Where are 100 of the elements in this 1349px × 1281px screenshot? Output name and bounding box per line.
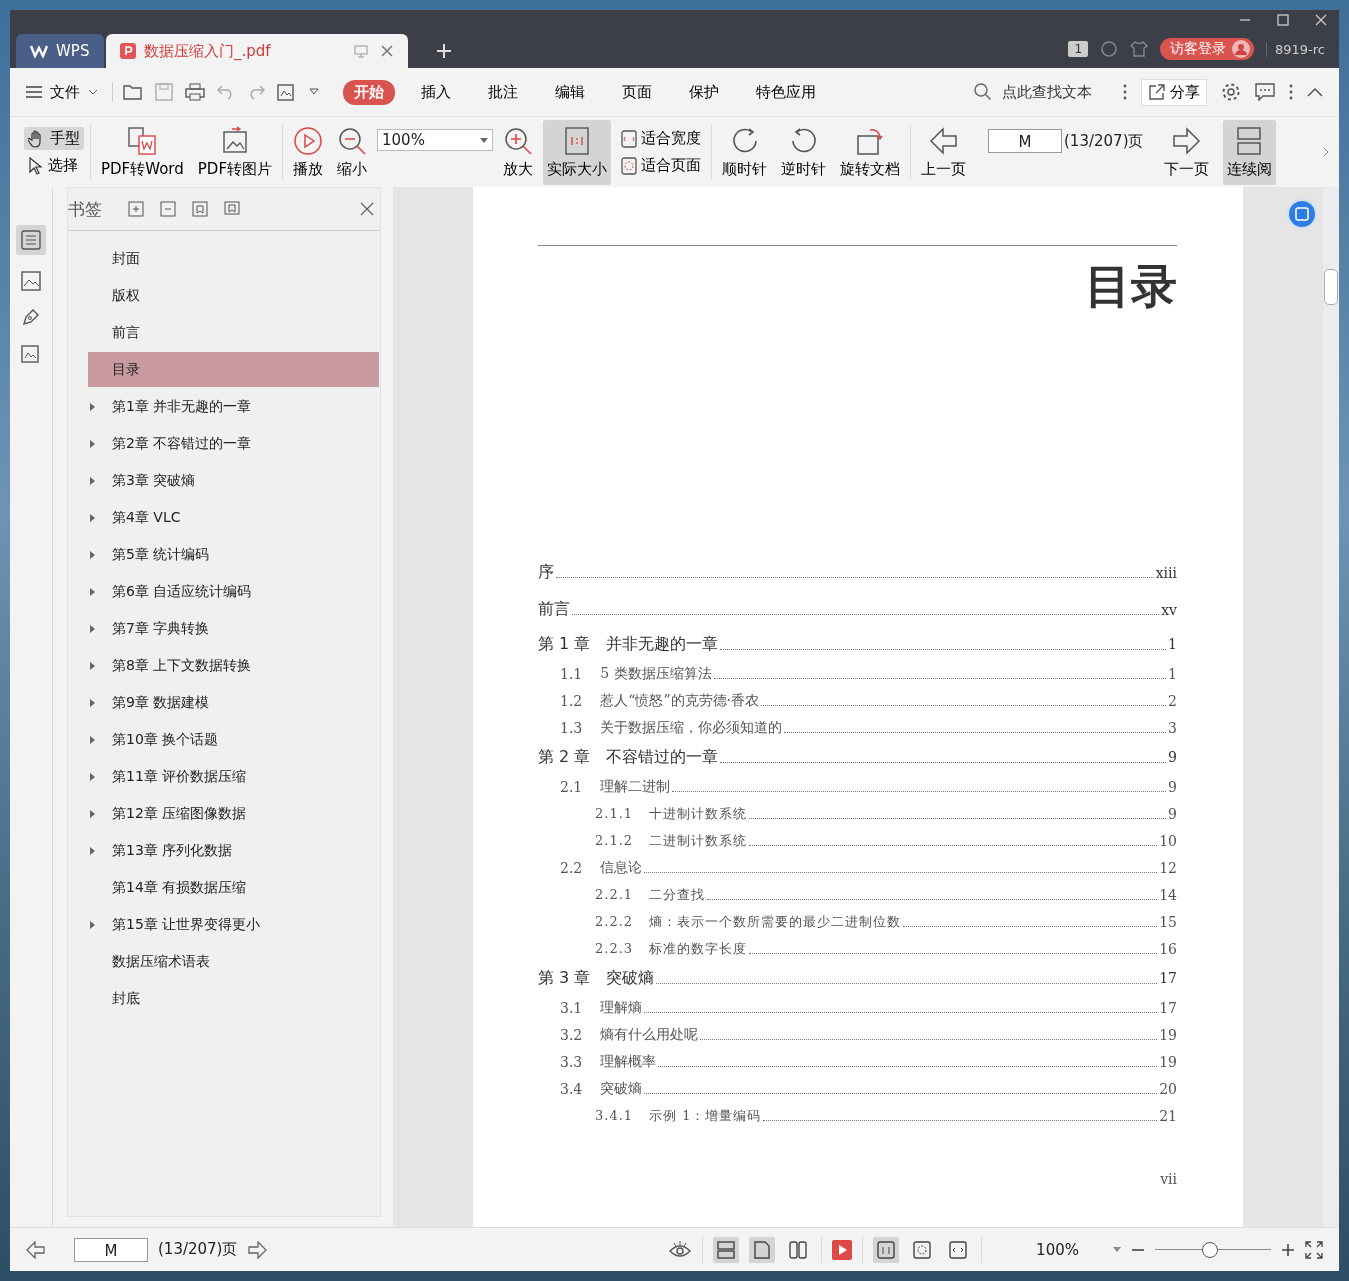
shirt-icon[interactable]: [1130, 40, 1148, 58]
close-icon[interactable]: [380, 44, 394, 58]
bookmark-item[interactable]: 第9章 数据建模: [88, 685, 379, 720]
expand-arrow-icon[interactable]: [90, 439, 95, 448]
bookmark-list-icon[interactable]: [16, 225, 46, 255]
ribbon-tab[interactable]: 特色应用: [745, 79, 827, 105]
single-page-icon[interactable]: [749, 1236, 776, 1263]
rotate-document-button[interactable]: 旋转文档: [836, 119, 904, 185]
more-icon[interactable]: [1123, 84, 1127, 100]
more-icon[interactable]: [1289, 84, 1293, 100]
bookmark-item[interactable]: 目录: [88, 352, 379, 387]
expand-arrow-icon[interactable]: [90, 846, 95, 855]
print-icon[interactable]: [185, 83, 205, 101]
expand-arrow-icon[interactable]: [90, 772, 95, 781]
bookmark-item[interactable]: 第14章 有损数据压缩: [88, 870, 379, 905]
expand-arrow-icon[interactable]: [90, 624, 95, 633]
bookmark-item[interactable]: 封面: [88, 241, 379, 276]
image-export-icon[interactable]: [21, 343, 41, 363]
ribbon-tab[interactable]: 保护: [678, 79, 730, 105]
slider-thumb[interactable]: [1201, 1241, 1218, 1258]
right-arrow-icon[interactable]: [247, 1240, 268, 1259]
left-arrow-icon[interactable]: [26, 1240, 46, 1259]
comment-icon[interactable]: [1255, 83, 1275, 101]
bookmark-item[interactable]: 第5章 统计编码: [88, 537, 379, 572]
fit-page-button[interactable]: 适合页面: [617, 154, 705, 177]
rotate-counterclockwise-button[interactable]: 逆时针: [777, 119, 830, 185]
ribbon-tab[interactable]: 插入: [410, 79, 462, 105]
bookmark-item[interactable]: 第8章 上下文数据转换: [88, 648, 379, 683]
continuous-reading-button[interactable]: 连续阅: [1222, 119, 1276, 185]
share-button[interactable]: 分享: [1141, 78, 1207, 106]
fullscreen-icon[interactable]: [1305, 1240, 1323, 1259]
page-number-field[interactable]: M: [74, 1237, 148, 1262]
select-tool-button[interactable]: 选择: [24, 154, 84, 177]
bookmark-item[interactable]: 第15章 让世界变得更小: [88, 907, 379, 942]
close-icon[interactable]: [360, 202, 374, 216]
hand-tool-button[interactable]: 手型: [24, 127, 84, 150]
expand-arrow-icon[interactable]: [90, 698, 95, 707]
pdf-to-word-button[interactable]: PDF转Word: [97, 119, 188, 185]
caret-icon[interactable]: [1113, 1247, 1121, 1252]
expand-arrow-icon[interactable]: [90, 476, 95, 485]
collapse-icon[interactable]: [1307, 87, 1323, 97]
expand-arrow-icon[interactable]: [90, 587, 95, 596]
expand-arrow-icon[interactable]: [90, 550, 95, 559]
bookmark-item[interactable]: 前言: [88, 315, 379, 350]
bookmark-item[interactable]: 封底: [88, 981, 379, 1016]
rotate-clockwise-button[interactable]: 顺时针: [718, 119, 771, 185]
zoom-in-button[interactable]: 放大: [499, 119, 537, 185]
chevron-right-icon[interactable]: [1323, 147, 1329, 157]
zoom-level[interactable]: 100%: [1036, 1240, 1079, 1259]
find-text-field[interactable]: 点此查找文本: [974, 82, 1109, 102]
scrollbar[interactable]: [1323, 187, 1339, 1227]
thumbnail-icon[interactable]: [21, 271, 41, 291]
bookmark-item[interactable]: 第3章 突破熵: [88, 463, 379, 498]
bookmark-item[interactable]: 版权: [88, 278, 379, 313]
ribbon-tab[interactable]: 开始: [343, 79, 395, 105]
zoom-out-button[interactable]: 缩小: [333, 119, 371, 185]
bookmark-item[interactable]: 第11章 评价数据压缩: [88, 759, 379, 794]
bookmark-item[interactable]: 第1章 并非无趣的一章: [88, 389, 379, 424]
bookmark-item[interactable]: 第2章 不容错过的一章: [88, 426, 379, 461]
settings-icon[interactable]: [1221, 82, 1241, 102]
expand-all-icon[interactable]: [128, 201, 144, 217]
next-page-button[interactable]: 下一页: [1159, 119, 1213, 185]
bookmark-item[interactable]: 第13章 序列化数据: [88, 833, 379, 868]
add-bookmark-icon[interactable]: [192, 201, 208, 217]
actual-size-icon[interactable]: [873, 1236, 900, 1263]
maximize-icon[interactable]: [1277, 14, 1289, 26]
play-button[interactable]: 播放: [289, 119, 327, 185]
plus-icon[interactable]: [1281, 1242, 1295, 1257]
folder-icon[interactable]: [123, 83, 143, 101]
zoom-dropdown[interactable]: 100%: [377, 129, 493, 151]
expand-arrow-icon[interactable]: [90, 920, 95, 929]
bookmark-item[interactable]: 第6章 自适应统计编码: [88, 574, 379, 609]
document-tab[interactable]: 数据压缩入门_.pdf: [106, 34, 408, 68]
expand-arrow-icon[interactable]: [90, 809, 95, 818]
ribbon-tab[interactable]: 批注: [477, 79, 529, 105]
bookmark-item[interactable]: 第7章 字典转换: [88, 611, 379, 646]
page-number-field[interactable]: M: [988, 129, 1062, 153]
actual-size-button[interactable]: 实际大小: [543, 119, 611, 185]
new-tab-icon[interactable]: [436, 43, 452, 59]
play-icon[interactable]: [832, 1239, 853, 1260]
window-count-badge[interactable]: 1: [1068, 41, 1088, 57]
expand-arrow-icon[interactable]: [90, 661, 95, 670]
bookmark-item[interactable]: 第12章 压缩图像数据: [88, 796, 379, 831]
document-tab[interactable]: WPS: [16, 34, 104, 68]
eye-icon[interactable]: [668, 1239, 693, 1260]
pdf-to-image-button[interactable]: PDF转图片: [193, 119, 276, 185]
guest-login-button[interactable]: 访客登录: [1160, 38, 1254, 60]
expand-arrow-icon[interactable]: [90, 735, 95, 744]
export-image-icon[interactable]: [277, 82, 297, 102]
ribbon-tab[interactable]: 页面: [611, 79, 663, 105]
previous-page-button[interactable]: 上一页: [917, 119, 970, 185]
fit-width-button[interactable]: 适合宽度: [617, 127, 705, 150]
caret-icon[interactable]: [309, 88, 319, 96]
continuous-view-icon[interactable]: [713, 1236, 740, 1263]
pen-icon[interactable]: [21, 307, 41, 327]
bookmark-item[interactable]: 第4章 VLC: [88, 500, 379, 535]
file-menu[interactable]: 文件: [26, 82, 98, 102]
expand-arrow-icon[interactable]: [90, 513, 95, 522]
expand-arrow-icon[interactable]: [90, 402, 95, 411]
bookmark-icon[interactable]: [224, 201, 240, 217]
